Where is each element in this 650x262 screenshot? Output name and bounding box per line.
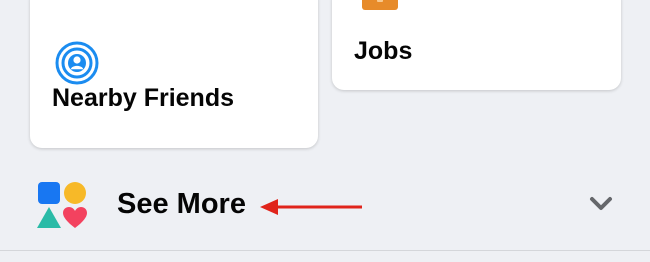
bottom-strip [0,251,650,262]
jobs-label: Jobs [354,37,413,65]
nearby-friends-icon [55,41,99,85]
briefcase-icon [362,0,398,10]
nearby-friends-card[interactable]: Nearby Friends [30,0,318,148]
shapes-icon [37,182,87,228]
see-more-label: See More [117,188,246,220]
red-arrow-icon [260,199,362,215]
jobs-card[interactable]: Jobs [332,0,621,90]
chevron-down-icon[interactable] [588,194,614,214]
see-more-row[interactable]: See More [0,170,650,250]
menu-screen: Nearby Friends Jobs See More [0,0,650,262]
nearby-friends-label: Nearby Friends [52,84,235,112]
